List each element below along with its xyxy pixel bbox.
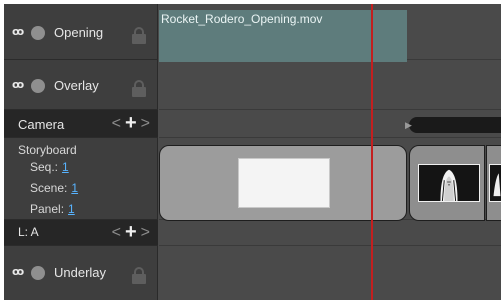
panel-thumbnail xyxy=(418,164,480,202)
track-header-camera[interactable]: Camera < + > xyxy=(4,110,158,138)
add-layer-icon[interactable]: + xyxy=(125,221,137,244)
storyboard-panel-clip[interactable] xyxy=(409,145,485,221)
camera-key-track[interactable] xyxy=(409,117,501,133)
enable-dot-icon[interactable] xyxy=(31,266,45,280)
lane-underlay xyxy=(159,246,501,300)
scene-row: Scene: 1 xyxy=(30,181,78,195)
next-icon[interactable]: > xyxy=(141,224,150,242)
track-header-overlay[interactable]: ꝏ Overlay xyxy=(4,60,158,110)
track-header-opening[interactable]: ꝏ Opening xyxy=(4,4,158,60)
playhead[interactable] xyxy=(371,4,373,300)
enable-dot-icon[interactable] xyxy=(31,26,45,40)
panel-row: Panel: 1 xyxy=(30,202,75,216)
panel-label: Panel: xyxy=(30,202,65,216)
lock-icon[interactable] xyxy=(132,267,146,284)
timeline-panel: ꝏ Opening ꝏ Overlay Camera < + > Storybo… xyxy=(4,4,501,300)
camera-nav: < + > xyxy=(112,112,150,135)
lane-la xyxy=(159,220,501,246)
lock-icon[interactable] xyxy=(132,80,146,97)
track-header-la[interactable]: L: A < + > xyxy=(4,220,158,246)
audio-clip[interactable]: Rocket_Rodero_Opening.mov xyxy=(159,10,407,62)
camera-key-marker-icon[interactable]: ▶ xyxy=(405,120,412,131)
character-drawing-icon xyxy=(490,166,501,200)
panel-link[interactable]: 1 xyxy=(68,202,75,216)
character-drawing-icon xyxy=(419,165,479,201)
lane-overlay xyxy=(159,60,501,110)
track-headers: ꝏ Opening ꝏ Overlay Camera < + > Storybo… xyxy=(4,4,158,300)
panel-thumbnail xyxy=(489,164,501,202)
previous-icon[interactable]: < xyxy=(112,115,121,133)
visibility-toggle-icon[interactable]: ꝏ xyxy=(12,265,24,278)
lock-icon[interactable] xyxy=(132,27,146,44)
track-label-camera: Camera xyxy=(18,117,65,132)
track-label-storyboard: Storyboard xyxy=(18,143,77,157)
previous-icon[interactable]: < xyxy=(112,224,121,242)
track-label-opening: Opening xyxy=(54,25,104,40)
track-label-underlay: Underlay xyxy=(54,265,107,280)
seq-label: Seq.: xyxy=(30,160,59,174)
track-label-overlay: Overlay xyxy=(54,78,99,93)
scene-label: Scene: xyxy=(30,181,68,195)
track-label-la: L: A xyxy=(18,225,39,239)
timeline-area[interactable]: Rocket_Rodero_Opening.mov ▶ xyxy=(159,4,501,300)
panel-thumbnail xyxy=(238,158,330,208)
storyboard-panel-clip[interactable] xyxy=(486,145,501,221)
visibility-toggle-icon[interactable]: ꝏ xyxy=(12,78,24,91)
storyboard-panel-clip[interactable] xyxy=(159,145,407,221)
scene-link[interactable]: 1 xyxy=(71,181,78,195)
track-header-underlay[interactable]: ꝏ Underlay xyxy=(4,246,158,300)
seq-row: Seq.: 1 xyxy=(30,160,69,174)
audio-clip-name: Rocket_Rodero_Opening.mov xyxy=(161,12,323,26)
add-camera-key-icon[interactable]: + xyxy=(125,112,137,135)
seq-link[interactable]: 1 xyxy=(62,160,69,174)
next-icon[interactable]: > xyxy=(141,115,150,133)
track-header-storyboard: Storyboard Seq.: 1 Scene: 1 Panel: 1 xyxy=(4,138,158,220)
visibility-toggle-icon[interactable]: ꝏ xyxy=(12,25,24,38)
la-nav: < + > xyxy=(112,221,150,244)
enable-dot-icon[interactable] xyxy=(31,79,45,93)
